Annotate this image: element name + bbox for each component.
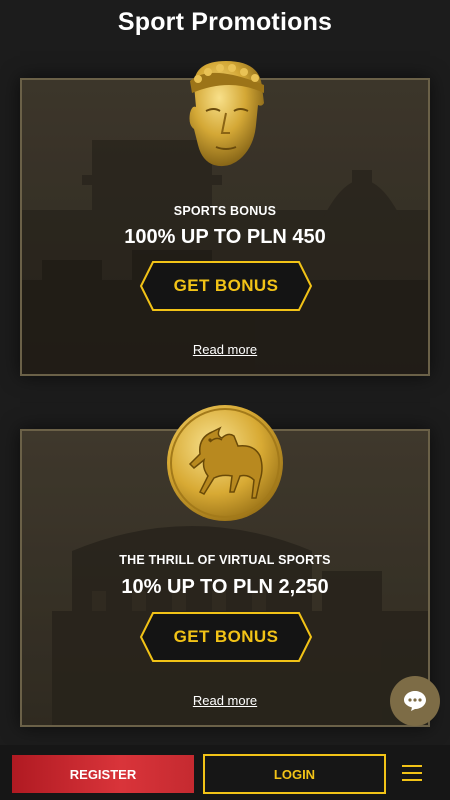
login-button[interactable]: LOGIN xyxy=(203,754,386,794)
read-more-link[interactable]: Read more xyxy=(22,342,428,357)
promotion-offer: 100% UP TO PLN 450 xyxy=(124,226,326,248)
chat-bubble-icon xyxy=(404,691,426,711)
bottom-navigation-bar: REGISTER LOGIN xyxy=(0,745,450,800)
read-more-link[interactable]: Read more xyxy=(22,693,428,708)
get-bonus-label: GET BONUS xyxy=(173,276,279,295)
get-bonus-button[interactable]: GET BONUS xyxy=(139,611,313,663)
promotion-offer: 10% UP TO PLN 2,250 xyxy=(121,576,329,598)
hamburger-menu-icon[interactable] xyxy=(399,761,425,785)
get-bonus-button[interactable]: GET BONUS xyxy=(139,260,313,312)
register-button[interactable]: REGISTER xyxy=(12,755,194,793)
golden-mask-icon xyxy=(189,61,264,167)
menu-line xyxy=(402,779,422,781)
get-bonus-label: GET BONUS xyxy=(173,627,279,646)
menu-line xyxy=(402,772,422,774)
chat-button[interactable] xyxy=(390,676,440,726)
promotion-label: SPORTS BONUS xyxy=(173,204,277,218)
promotion-label: THE THRILL OF VIRTUAL SPORTS xyxy=(119,553,331,567)
golden-horse-coin-icon xyxy=(167,405,283,521)
menu-line xyxy=(402,765,422,767)
page-title: Sport Promotions xyxy=(117,8,333,36)
